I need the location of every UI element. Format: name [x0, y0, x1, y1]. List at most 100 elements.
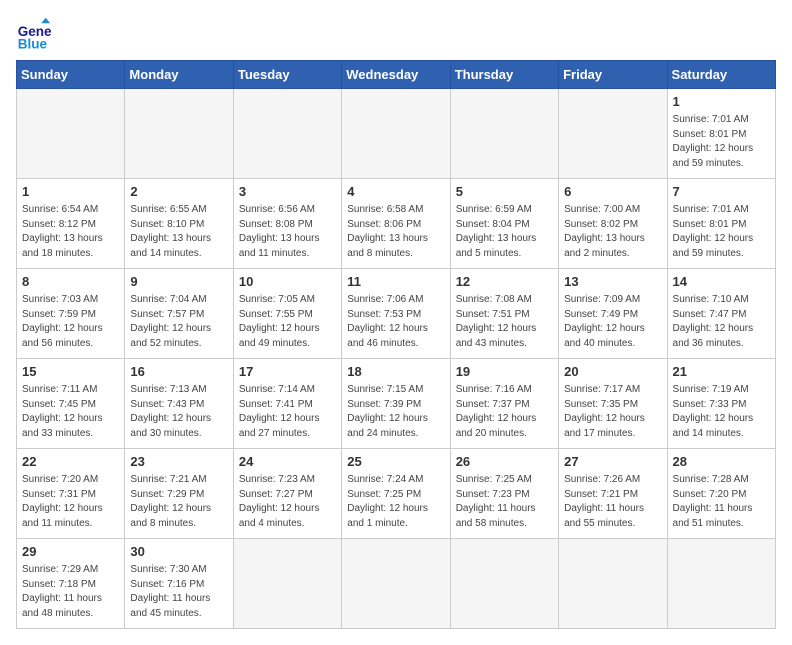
calendar-day-cell: 1 Sunrise: 7:01 AMSunset: 8:01 PMDaylight… — [667, 89, 775, 179]
day-number: 22 — [22, 453, 119, 471]
calendar-week-row: 1 Sunrise: 6:54 AMSunset: 8:12 PMDaylight… — [17, 179, 776, 269]
calendar-day-cell: 7 Sunrise: 7:01 AMSunset: 8:01 PMDaylight… — [667, 179, 775, 269]
day-info: Sunrise: 6:55 AMSunset: 8:10 PMDaylight:… — [130, 203, 227, 261]
day-info: Sunrise: 7:26 AMSunset: 7:21 PMDaylight:… — [564, 473, 661, 531]
day-info: Sunrise: 7:14 AMSunset: 7:41 PMDaylight:… — [239, 383, 336, 441]
day-number: 29 — [22, 543, 119, 561]
calendar-week-row: 15Sunrise: 7:11 AMSunset: 7:45 PMDayligh… — [17, 359, 776, 449]
day-number: 26 — [456, 453, 553, 471]
calendar-day-cell — [342, 89, 450, 179]
calendar-day-cell: 17 Sunrise: 7:14 AMSunset: 7:41 PMDayligh… — [233, 359, 341, 449]
day-number: 10 — [239, 273, 336, 291]
calendar-day-cell — [667, 539, 775, 629]
logo: General Blue — [16, 16, 56, 52]
calendar-day-cell: 21 Sunrise: 7:19 AMSunset: 7:33 PMDayligh… — [667, 359, 775, 449]
day-number: 14 — [673, 273, 770, 291]
day-info: Sunrise: 7:01 AMSunset: 8:01 PMDaylight:… — [673, 203, 770, 261]
day-number: 1 — [22, 183, 119, 201]
day-number: 1 — [673, 93, 770, 111]
calendar-day-cell: 6 Sunrise: 7:00 AMSunset: 8:02 PMDaylight… — [559, 179, 667, 269]
calendar-day-cell: 22Sunrise: 7:20 AMSunset: 7:31 PMDayligh… — [17, 449, 125, 539]
weekday-header-cell: Tuesday — [233, 61, 341, 89]
day-info: Sunrise: 7:10 AMSunset: 7:47 PMDaylight:… — [673, 293, 770, 351]
day-info: Sunrise: 7:09 AMSunset: 7:49 PMDaylight:… — [564, 293, 661, 351]
day-number: 11 — [347, 273, 444, 291]
day-number: 13 — [564, 273, 661, 291]
calendar-day-cell: 20 Sunrise: 7:17 AMSunset: 7:35 PMDayligh… — [559, 359, 667, 449]
day-number: 23 — [130, 453, 227, 471]
page-header: General Blue — [16, 16, 776, 52]
calendar-day-cell: 3 Sunrise: 6:56 AMSunset: 8:08 PMDaylight… — [233, 179, 341, 269]
day-number: 3 — [239, 183, 336, 201]
calendar-body: 1 Sunrise: 7:01 AMSunset: 8:01 PMDaylight… — [17, 89, 776, 629]
day-info: Sunrise: 7:11 AMSunset: 7:45 PMDaylight:… — [22, 383, 119, 441]
calendar-day-cell — [559, 89, 667, 179]
calendar-day-cell — [233, 539, 341, 629]
day-number: 2 — [130, 183, 227, 201]
day-info: Sunrise: 7:25 AMSunset: 7:23 PMDaylight:… — [456, 473, 553, 531]
calendar-day-cell: 15Sunrise: 7:11 AMSunset: 7:45 PMDayligh… — [17, 359, 125, 449]
day-info: Sunrise: 7:19 AMSunset: 7:33 PMDaylight:… — [673, 383, 770, 441]
day-info: Sunrise: 7:01 AMSunset: 8:01 PMDaylight:… — [673, 113, 770, 171]
day-number: 30 — [130, 543, 227, 561]
day-number: 25 — [347, 453, 444, 471]
calendar-day-cell: 24Sunrise: 7:23 AMSunset: 7:27 PMDayligh… — [233, 449, 341, 539]
weekday-header-cell: Sunday — [17, 61, 125, 89]
calendar-day-cell — [17, 89, 125, 179]
weekday-header-cell: Wednesday — [342, 61, 450, 89]
day-info: Sunrise: 6:54 AMSunset: 8:12 PMDaylight:… — [22, 203, 119, 261]
calendar-day-cell — [450, 89, 558, 179]
calendar-table: SundayMondayTuesdayWednesdayThursdayFrid… — [16, 60, 776, 629]
calendar-day-cell: 10Sunrise: 7:05 AMSunset: 7:55 PMDayligh… — [233, 269, 341, 359]
calendar-day-cell: 27 Sunrise: 7:26 AMSunset: 7:21 PMDayligh… — [559, 449, 667, 539]
day-info: Sunrise: 7:15 AMSunset: 7:39 PMDaylight:… — [347, 383, 444, 441]
calendar-day-cell: 5Sunrise: 6:59 AMSunset: 8:04 PMDaylight… — [450, 179, 558, 269]
calendar-day-cell: 28Sunrise: 7:28 AMSunset: 7:20 PMDayligh… — [667, 449, 775, 539]
day-info: Sunrise: 7:21 AMSunset: 7:29 PMDaylight:… — [130, 473, 227, 531]
day-number: 12 — [456, 273, 553, 291]
calendar-day-cell — [233, 89, 341, 179]
day-number: 17 — [239, 363, 336, 381]
day-number: 19 — [456, 363, 553, 381]
day-info: Sunrise: 7:17 AMSunset: 7:35 PMDaylight:… — [564, 383, 661, 441]
calendar-day-cell: 23 Sunrise: 7:21 AMSunset: 7:29 PMDayligh… — [125, 449, 233, 539]
day-info: Sunrise: 7:16 AMSunset: 7:37 PMDaylight:… — [456, 383, 553, 441]
calendar-day-cell: 8Sunrise: 7:03 AMSunset: 7:59 PMDaylight… — [17, 269, 125, 359]
calendar-day-cell: 11Sunrise: 7:06 AMSunset: 7:53 PMDayligh… — [342, 269, 450, 359]
calendar-day-cell — [125, 89, 233, 179]
weekday-header-cell: Friday — [559, 61, 667, 89]
calendar-day-cell: 16Sunrise: 7:13 AMSunset: 7:43 PMDayligh… — [125, 359, 233, 449]
weekday-header-cell: Monday — [125, 61, 233, 89]
day-number: 27 — [564, 453, 661, 471]
day-number: 9 — [130, 273, 227, 291]
day-number: 4 — [347, 183, 444, 201]
day-info: Sunrise: 7:24 AMSunset: 7:25 PMDaylight:… — [347, 473, 444, 531]
day-number: 8 — [22, 273, 119, 291]
day-number: 21 — [673, 363, 770, 381]
weekday-header-cell: Saturday — [667, 61, 775, 89]
day-number: 24 — [239, 453, 336, 471]
calendar-day-cell: 18 Sunrise: 7:15 AMSunset: 7:39 PMDayligh… — [342, 359, 450, 449]
calendar-day-cell: 25 Sunrise: 7:24 AMSunset: 7:25 PMDayligh… — [342, 449, 450, 539]
calendar-week-row: 8Sunrise: 7:03 AMSunset: 7:59 PMDaylight… — [17, 269, 776, 359]
day-number: 6 — [564, 183, 661, 201]
day-info: Sunrise: 7:08 AMSunset: 7:51 PMDaylight:… — [456, 293, 553, 351]
calendar-day-cell: 19 Sunrise: 7:16 AMSunset: 7:37 PMDayligh… — [450, 359, 558, 449]
calendar-day-cell: 2 Sunrise: 6:55 AMSunset: 8:10 PMDaylight… — [125, 179, 233, 269]
day-info: Sunrise: 7:28 AMSunset: 7:20 PMDaylight:… — [673, 473, 770, 531]
logo-icon: General Blue — [16, 16, 52, 52]
day-info: Sunrise: 7:00 AMSunset: 8:02 PMDaylight:… — [564, 203, 661, 261]
weekday-header-row: SundayMondayTuesdayWednesdayThursdayFrid… — [17, 61, 776, 89]
day-info: Sunrise: 6:56 AMSunset: 8:08 PMDaylight:… — [239, 203, 336, 261]
day-info: Sunrise: 7:04 AMSunset: 7:57 PMDaylight:… — [130, 293, 227, 351]
calendar-day-cell: 1 Sunrise: 6:54 AMSunset: 8:12 PMDaylight… — [17, 179, 125, 269]
svg-text:Blue: Blue — [18, 36, 48, 51]
calendar-day-cell: 14 Sunrise: 7:10 AMSunset: 7:47 PMDayligh… — [667, 269, 775, 359]
day-info: Sunrise: 7:30 AMSunset: 7:16 PMDaylight:… — [130, 563, 227, 621]
day-number: 16 — [130, 363, 227, 381]
day-number: 7 — [673, 183, 770, 201]
calendar-day-cell: 4Sunrise: 6:58 AMSunset: 8:06 PMDaylight… — [342, 179, 450, 269]
day-number: 20 — [564, 363, 661, 381]
day-number: 18 — [347, 363, 444, 381]
calendar-day-cell: 30 Sunrise: 7:30 AMSunset: 7:16 PMDayligh… — [125, 539, 233, 629]
